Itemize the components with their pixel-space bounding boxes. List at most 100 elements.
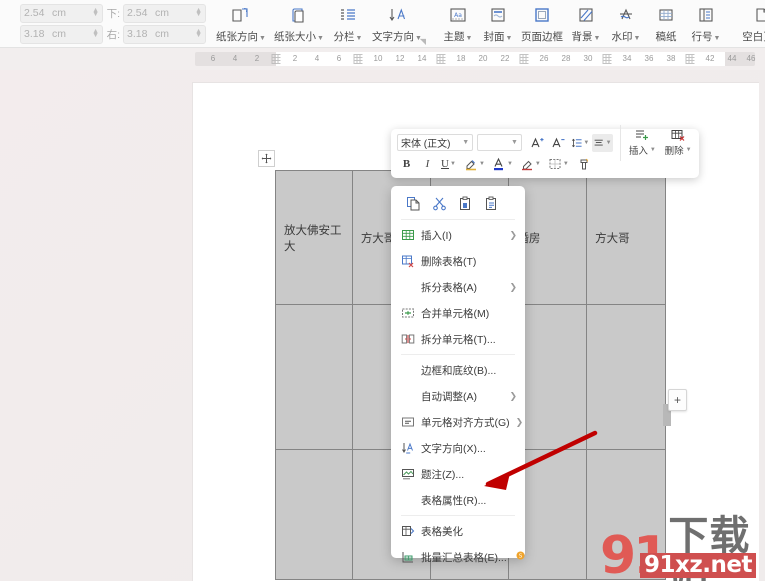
font-size-select[interactable]: ▼ — [477, 134, 522, 151]
blank-page-button[interactable]: 空白页▼ — [738, 0, 765, 47]
line-spacing-button[interactable]: ▼ — [570, 134, 590, 152]
paste-icon[interactable] — [457, 195, 473, 211]
add-row-button[interactable]: + — [668, 389, 687, 411]
menu-item-text-direction[interactable]: 文字方向(X)... — [391, 435, 525, 461]
ruler-indent-marker[interactable] — [602, 54, 612, 64]
align-icon — [594, 139, 604, 145]
line-numbers-label: 行号 — [691, 31, 713, 43]
cover-page-button[interactable]: 封面▼ — [478, 0, 518, 47]
copy-icon[interactable] — [405, 195, 421, 211]
page-setup-dialog-launcher[interactable]: ◥ — [420, 37, 426, 46]
text-direction-button[interactable]: 文字方向▼ — [368, 0, 426, 47]
ruler-tick: 10 — [373, 54, 383, 63]
margin-top-field[interactable]: 2.54 cm ▲ ▼ — [20, 3, 103, 23]
chevron-down-icon: ▼ — [506, 160, 513, 167]
margin-right-field[interactable]: 3.18 cm ▲ ▼ — [123, 24, 206, 44]
decrease-font-size-button[interactable] — [549, 134, 568, 152]
menu-item-label: 批量汇总表格(E)... — [421, 551, 507, 564]
table-cell[interactable] — [275, 304, 353, 450]
ruler-indent-marker[interactable] — [353, 54, 363, 64]
spinner-arrows-icon[interactable]: ▲ ▼ — [195, 28, 202, 39]
cut-icon[interactable] — [431, 195, 447, 211]
menu-item-split-cells[interactable]: 拆分单元格(T)... — [391, 326, 525, 352]
chevron-down-icon: ▼ — [462, 139, 470, 146]
horizontal-ruler[interactable]: 6 4 2 2 4 6 10 12 14 18 20 22 26 28 30 3… — [0, 48, 765, 70]
ribbon-toolbar: 2.54 cm ▲ ▼ 下: 2.54 cm ▲ ▼ 3.18 cm ▲ ▼ 右… — [0, 0, 765, 48]
menu-item-label: 题注(Z)... — [421, 468, 465, 481]
menu-item-caption[interactable]: 题注(Z)... — [391, 461, 525, 487]
margin-top-value: 2.54 — [24, 7, 45, 19]
svg-text:Aa: Aa — [454, 12, 462, 19]
underline-button[interactable]: U ▼ — [439, 155, 458, 173]
increase-font-size-button[interactable] — [528, 134, 547, 152]
menu-item-insert[interactable]: 插入(I) ❯ — [391, 222, 525, 248]
font-family-select[interactable]: 宋体 (正文) ▼ — [397, 134, 474, 151]
paste-special-icon[interactable] — [483, 195, 499, 211]
menu-item-table-properties[interactable]: 表格属性(R)... — [391, 487, 525, 513]
ruler-tick: 20 — [478, 54, 488, 63]
wps-writer-window: 2.54 cm ▲ ▼ 下: 2.54 cm ▲ ▼ 3.18 cm ▲ ▼ 右… — [0, 0, 765, 581]
ruler-tick: 18 — [456, 54, 466, 63]
chevron-down-icon: ▼ — [633, 35, 641, 42]
bold-button[interactable]: B — [397, 155, 416, 173]
margin-left-field[interactable]: 3.18 cm ▲ ▼ — [20, 24, 103, 44]
menu-item-merge-cells[interactable]: 合并单元格(M) — [391, 300, 525, 326]
paper-orientation-button[interactable]: 纸张方向▼ — [212, 0, 270, 47]
clear-format-button[interactable]: ▼ — [519, 155, 542, 173]
manuscript-paper-button[interactable]: 稿纸 — [646, 0, 686, 47]
delete-menu-button[interactable]: 删除 ▼ — [663, 128, 693, 157]
paper-size-button[interactable]: 纸张大小▼ — [270, 0, 328, 47]
ruler-tick: 22 — [500, 54, 510, 63]
vertical-scrollbar[interactable] — [759, 70, 765, 581]
page-size-icon — [289, 5, 309, 26]
page-border-label: 页面边框 — [521, 31, 563, 43]
menu-item-delete-table[interactable]: 删除表格(T) — [391, 248, 525, 274]
grid-paper-icon — [656, 5, 676, 26]
ruler-tick: 12 — [395, 54, 405, 63]
margin-bottom-field[interactable]: 2.54 cm ▲ ▼ — [123, 3, 206, 23]
menu-item-split-table[interactable]: 拆分表格(A) ❯ — [391, 274, 525, 300]
table-cell[interactable]: 方大哥 — [586, 170, 666, 305]
page-border-button[interactable]: 页面边框 — [518, 0, 566, 47]
line-numbers-button[interactable]: 行号▼ — [686, 0, 726, 47]
ruler-track[interactable]: 6 4 2 2 4 6 10 12 14 18 20 22 26 28 30 3… — [195, 52, 755, 66]
menu-item-borders-shading[interactable]: 边框和底纹(B)... — [391, 357, 525, 383]
spinner-arrows-icon[interactable]: ▲ ▼ — [92, 7, 99, 18]
menu-item-table-beautify[interactable]: 表格美化 — [391, 518, 525, 544]
text-direction-icon — [400, 441, 415, 456]
ruler-tick: 42 — [705, 54, 715, 63]
table-cell[interactable] — [275, 449, 353, 580]
watermark-button[interactable]: 水印▼ — [606, 0, 646, 47]
spinner-arrows-icon[interactable]: ▲ ▼ — [195, 7, 202, 18]
italic-button[interactable]: I — [418, 155, 437, 173]
menu-item-label: 删除表格(T) — [421, 255, 477, 268]
table-move-handle[interactable] — [258, 150, 275, 167]
borders-button[interactable]: ▼ — [547, 155, 570, 173]
batch-summary-icon — [400, 550, 415, 565]
menu-item-cell-alignment[interactable]: 单元格对齐方式(G) ❯ — [391, 409, 525, 435]
table-cell[interactable]: 放大佛安工大 — [275, 170, 353, 305]
chevron-down-icon: ▼ — [505, 35, 513, 42]
menu-item-autofit[interactable]: 自动调整(A) ❯ — [391, 383, 525, 409]
font-color-button[interactable]: ▼ — [491, 155, 514, 173]
ruler-indent-marker[interactable] — [436, 54, 446, 64]
menu-item-batch-summary-table[interactable]: 批量汇总表格(E)... S — [391, 544, 525, 570]
insert-menu-button[interactable]: 插入 ▼ — [628, 128, 658, 157]
background-button[interactable]: 背景▼ — [566, 0, 606, 47]
underline-glyph: U — [441, 157, 449, 170]
format-painter-button[interactable] — [575, 155, 594, 173]
align-button[interactable]: ▼ — [592, 133, 613, 152]
table-context-menu: 插入(I) ❯ 删除表格(T) 拆分表格(A) ❯ 合并单元格(M) 拆分单元格… — [391, 186, 525, 564]
columns-button[interactable]: 分栏▼ — [328, 0, 368, 47]
ruler-indent-marker[interactable] — [271, 54, 281, 64]
ruler-indent-marker[interactable] — [519, 54, 529, 64]
menu-item-label: 表格属性(R)... — [421, 494, 487, 507]
highlight-color-button[interactable]: ▼ — [463, 155, 486, 173]
table-insert-icon — [400, 228, 415, 243]
ruler-tick: 4 — [314, 54, 320, 63]
ruler-indent-marker[interactable] — [685, 54, 695, 64]
spinner-arrows-icon[interactable]: ▲ ▼ — [92, 28, 99, 39]
table-cell[interactable] — [586, 304, 666, 450]
theme-button[interactable]: Aa 主题▼ — [438, 0, 478, 47]
page-border-icon — [532, 5, 552, 26]
